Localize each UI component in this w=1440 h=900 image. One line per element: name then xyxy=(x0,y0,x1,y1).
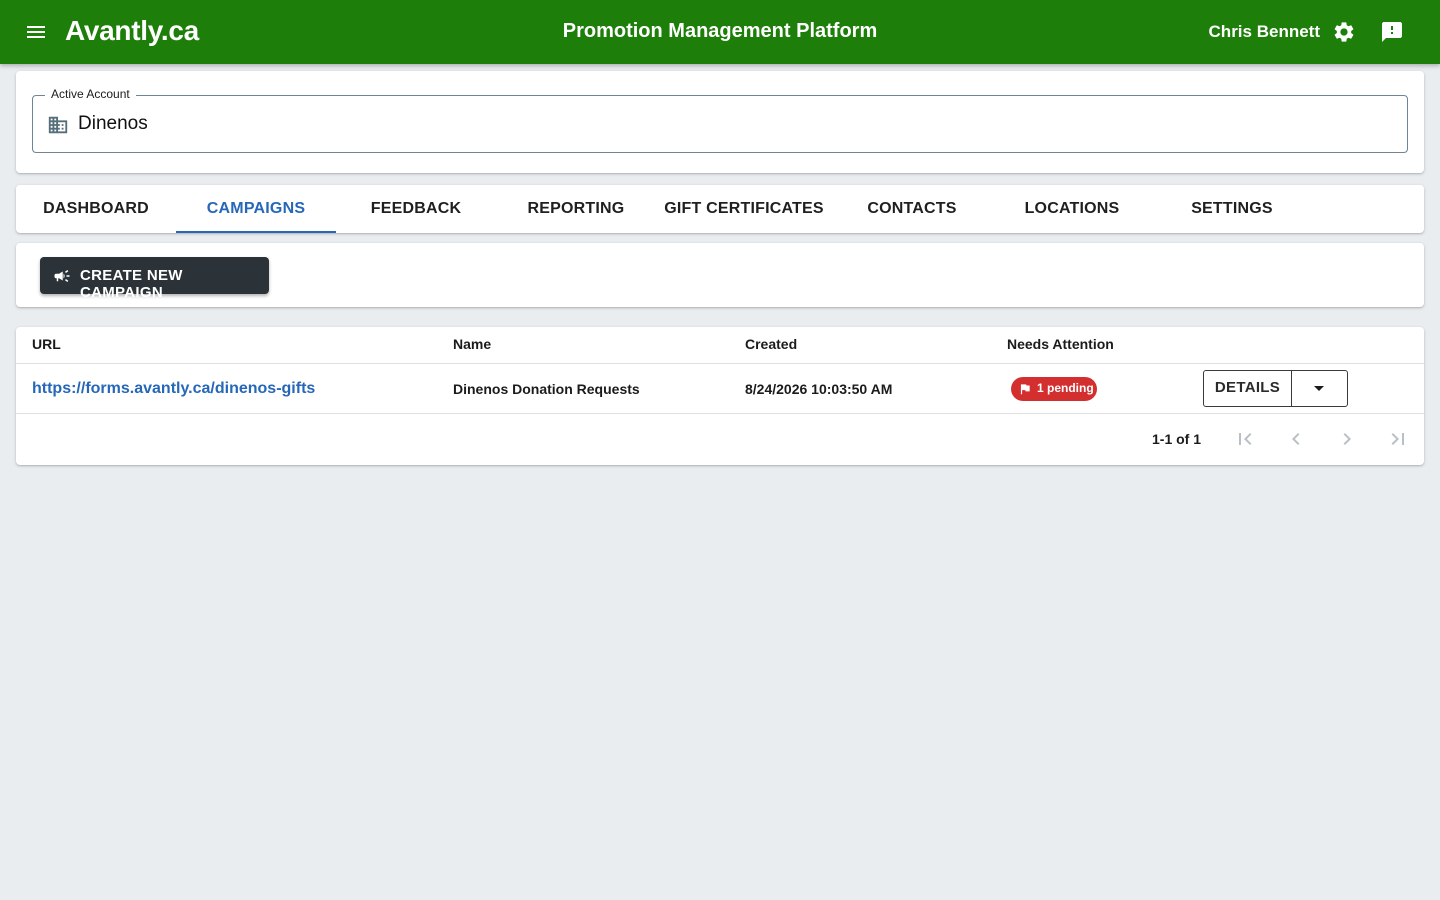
last-page-icon[interactable] xyxy=(1386,427,1410,451)
account-card: Active Account Dinenos xyxy=(16,71,1424,173)
caret-down-icon[interactable] xyxy=(1292,371,1347,406)
tab-settings[interactable]: SETTINGS xyxy=(1152,185,1312,233)
user-name[interactable]: Chris Bennett xyxy=(1209,22,1320,42)
column-header-name[interactable]: Name xyxy=(453,336,491,352)
app-bar: Avantly.ca Promotion Management Platform… xyxy=(0,0,1440,64)
campaign-created: 8/24/2026 10:03:50 AM xyxy=(745,381,893,397)
details-button[interactable]: DETAILS xyxy=(1204,371,1292,406)
gear-icon[interactable] xyxy=(1332,20,1356,44)
megaphone-icon xyxy=(53,267,71,285)
pagination-range: 1-1 of 1 xyxy=(1152,431,1202,447)
action-bar: CREATE NEW CAMPAIGN xyxy=(16,243,1424,307)
column-header-url[interactable]: URL xyxy=(32,336,61,352)
row-divider xyxy=(16,413,1424,414)
active-account-label: Active Account xyxy=(45,87,136,101)
column-header-needs-attention[interactable]: Needs Attention xyxy=(1007,336,1114,352)
tab-feedback[interactable]: FEEDBACK xyxy=(336,185,496,233)
tab-locations[interactable]: LOCATIONS xyxy=(992,185,1152,233)
tab-campaigns[interactable]: CAMPAIGNS xyxy=(176,185,336,233)
campaign-name: Dinenos Donation Requests xyxy=(453,381,640,397)
flag-icon xyxy=(1018,382,1032,396)
feedback-icon[interactable] xyxy=(1380,20,1404,44)
campaigns-table: URL Name Created Needs Attention https:/… xyxy=(16,327,1424,465)
next-page-icon[interactable] xyxy=(1335,427,1359,451)
first-page-icon[interactable] xyxy=(1233,427,1257,451)
tab-reporting[interactable]: REPORTING xyxy=(496,185,656,233)
tab-dashboard[interactable]: DASHBOARD xyxy=(16,185,176,233)
building-icon xyxy=(47,114,69,136)
prev-page-icon[interactable] xyxy=(1284,427,1308,451)
details-split-button: DETAILS xyxy=(1203,370,1348,407)
active-account-value: Dinenos xyxy=(78,113,148,134)
pending-badge-label: 1 pending xyxy=(1037,381,1094,395)
create-new-campaign-button[interactable]: CREATE NEW CAMPAIGN xyxy=(40,257,269,301)
active-account-select[interactable]: Active Account Dinenos xyxy=(32,87,1408,153)
tab-contacts[interactable]: CONTACTS xyxy=(832,185,992,233)
campaign-url-link[interactable]: https://forms.avantly.ca/dinenos-gifts xyxy=(32,380,315,398)
pending-badge[interactable]: 1 pending xyxy=(1011,377,1097,401)
create-new-campaign-label: CREATE NEW CAMPAIGN xyxy=(80,267,183,301)
column-header-created[interactable]: Created xyxy=(745,336,797,352)
header-divider xyxy=(16,363,1424,364)
tab-gift-certificates[interactable]: GIFT CERTIFICATES xyxy=(664,185,824,233)
main-tabs: DASHBOARD CAMPAIGNS FEEDBACK REPORTING G… xyxy=(16,185,1424,233)
